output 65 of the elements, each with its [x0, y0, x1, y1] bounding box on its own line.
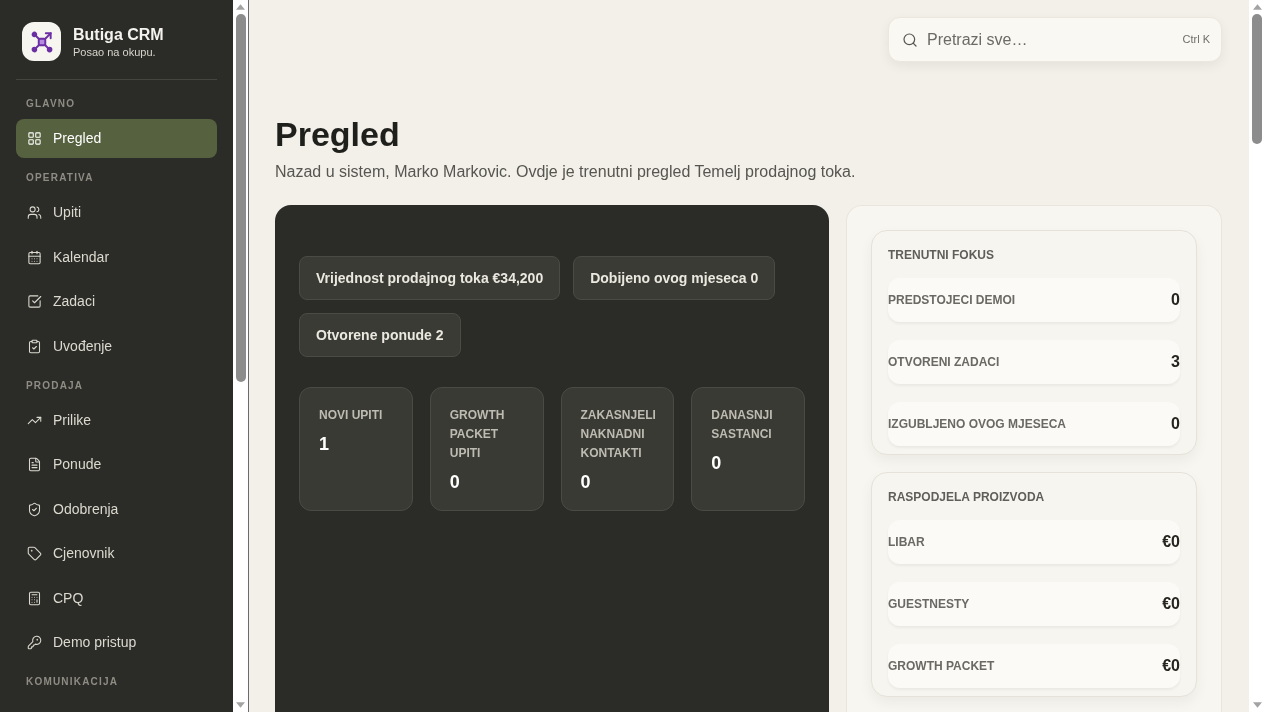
stat-value: 0 — [711, 452, 723, 474]
nav-item[interactable]: Kalendar — [16, 237, 217, 277]
section-label: OPERATIVA — [25, 172, 95, 184]
nav-item[interactable]: CPQ — [16, 578, 217, 618]
down-triangle-icon[interactable] — [1252, 702, 1262, 708]
row-value: 0 — [1171, 414, 1180, 434]
search-icon — [902, 31, 918, 48]
nav-item[interactable]: Ponude — [16, 445, 217, 484]
metric-chip: Otvorene ponude 2 — [299, 313, 461, 357]
stat-label: ZAKASNJELI NAKNADNI KONTAKTI — [580, 407, 655, 462]
grid-icon — [27, 131, 42, 146]
brand-tagline: Posao na okupu. — [73, 44, 157, 59]
nav-item[interactable]: Cjenovnik — [16, 534, 217, 573]
calculator-icon — [27, 590, 42, 606]
section-label: PRODAJA — [25, 379, 85, 392]
clipboard-check-icon — [27, 338, 42, 354]
row-label: GUESTNESTY — [888, 596, 970, 613]
nav-item[interactable]: Prilike — [16, 400, 217, 440]
search-input[interactable]: Pretrazi sve… — [927, 27, 1174, 52]
stat-label: GROWTH PACKET UPITI — [449, 407, 506, 462]
stat-label: NOVI UPITI — [319, 407, 384, 424]
shield-check-icon — [27, 501, 42, 517]
row-label: PREDSTOJECI DEMOI — [888, 292, 1016, 309]
scrollbar-thumb[interactable] — [1252, 14, 1262, 144]
row-value: €0 — [1162, 656, 1180, 676]
card-title: TRENUTNI FOKUS — [888, 247, 995, 263]
users-icon — [27, 205, 42, 220]
stat-value: 0 — [580, 471, 592, 493]
metric-chip: Vrijednost prodajnog toka €34,200 — [299, 256, 561, 300]
brand-name: Butiga CRM — [73, 24, 164, 45]
row-label: LIBAR — [888, 534, 925, 551]
calendar-icon — [27, 249, 42, 265]
stat-value: 1 — [319, 433, 330, 455]
scrollbar-thumb[interactable] — [235, 14, 246, 382]
card-title: RASPODJELA PROIZVODA — [888, 489, 1046, 505]
nav-item[interactable]: Uvođenje — [16, 326, 217, 366]
metric-chip: Dobijeno ovog mjeseca 0 — [573, 256, 776, 300]
row-value: 3 — [1171, 352, 1180, 372]
up-triangle-icon[interactable] — [1252, 4, 1262, 10]
row-value: €0 — [1162, 532, 1180, 552]
row-label: IZGUBLJENO OVOG MJESECA — [888, 416, 1067, 433]
search-field[interactable]: Pretrazi sve… Ctrl K — [888, 17, 1222, 62]
key-icon — [27, 635, 42, 650]
section-label: KOMUNIKACIJA — [25, 676, 120, 688]
page-title: Pregled — [275, 114, 401, 154]
tag-icon — [27, 546, 42, 561]
page-subtitle: Nazad u sistem, Marko Markovic. Ovdje je trenutni pregled Temelj prodajnog toka. — [275, 162, 857, 182]
shortcut-hint: Ctrl K — [1182, 32, 1210, 48]
down-triangle-icon[interactable] — [236, 702, 245, 708]
nav-item[interactable]: Demo pristup — [16, 623, 217, 662]
document-icon — [27, 457, 42, 472]
row-label: OTVORENI ZADACI — [888, 354, 1000, 371]
up-triangle-icon[interactable] — [236, 4, 245, 10]
nav-item[interactable]: Zadaci — [16, 282, 217, 321]
row-label: GROWTH PACKET — [888, 658, 995, 675]
stat-label: DANASNJI SASTANCI — [711, 407, 774, 443]
nav-item[interactable]: Pregled — [16, 119, 217, 158]
row-value: €0 — [1162, 594, 1180, 614]
stat-value: 0 — [449, 471, 461, 493]
network-arrow-icon — [22, 22, 61, 61]
row-value: 0 — [1171, 290, 1180, 310]
nav-item[interactable]: Odobrenja — [16, 489, 217, 529]
nav-item[interactable]: Upiti — [16, 193, 217, 232]
checked-square-icon — [27, 294, 42, 309]
section-label: GLAVNO — [25, 98, 77, 110]
